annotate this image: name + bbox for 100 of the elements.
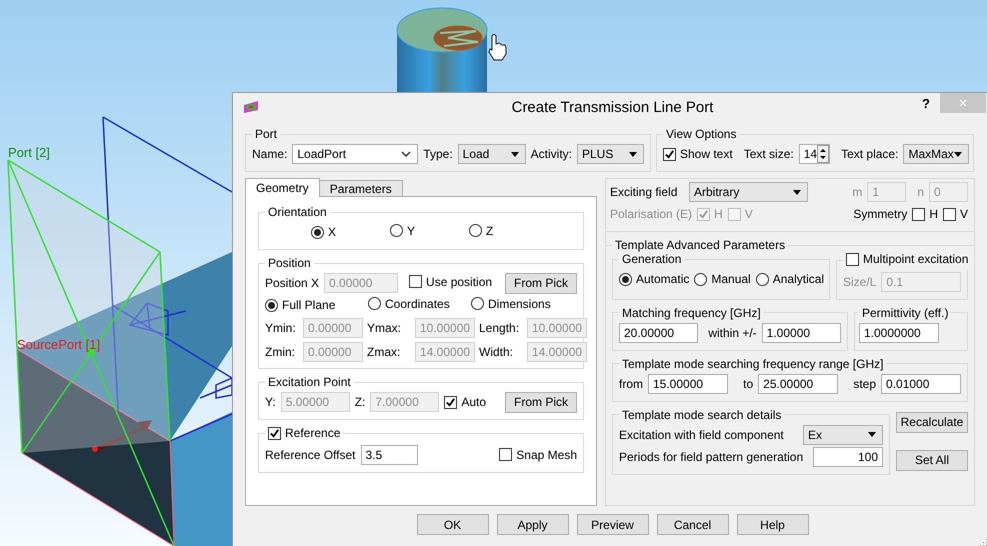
checkbox[interactable] bbox=[912, 208, 926, 220]
hand-cursor-icon bbox=[488, 34, 506, 60]
checkbox[interactable] bbox=[942, 208, 956, 220]
field-label: step bbox=[853, 376, 876, 390]
button[interactable]: From Pick bbox=[505, 272, 577, 294]
checkbox-label[interactable]: Use position bbox=[426, 274, 492, 289]
checkbox[interactable] bbox=[663, 148, 676, 160]
radio-button[interactable] bbox=[368, 297, 381, 310]
radio-button[interactable] bbox=[311, 226, 324, 239]
field-label: Zmax: bbox=[367, 345, 400, 359]
radio-label[interactable]: Full Plane bbox=[282, 298, 336, 312]
field-label: Exciting field bbox=[610, 185, 678, 199]
checkbox-label[interactable]: V bbox=[960, 207, 968, 221]
checkbox[interactable] bbox=[499, 448, 512, 461]
spin-box[interactable]: 14 bbox=[798, 144, 830, 164]
button[interactable]: Recalculate bbox=[896, 412, 968, 432]
field-label: m bbox=[852, 185, 862, 199]
dropdown[interactable]: LoadPort bbox=[292, 144, 418, 164]
input-field[interactable]: 0.01000 bbox=[881, 374, 962, 394]
radio-label[interactable]: Y bbox=[407, 224, 416, 238]
input-field[interactable]: 1.0000000 bbox=[859, 322, 939, 342]
radio-button[interactable] bbox=[694, 272, 708, 286]
radio-label[interactable]: Automatic bbox=[636, 272, 690, 286]
field-label: Periods for field pattern generation bbox=[619, 450, 804, 464]
input-field[interactable]: 25.00000 bbox=[758, 374, 838, 394]
input-field[interactable]: 15.00000 bbox=[648, 374, 728, 394]
checkbox[interactable] bbox=[268, 426, 281, 440]
field-label: Text size: bbox=[744, 147, 794, 161]
window-title: Create Transmission Line Port bbox=[512, 98, 714, 116]
button[interactable]: Preview bbox=[576, 514, 648, 535]
radio-label[interactable]: Dimensions bbox=[488, 296, 551, 311]
checkbox-label[interactable]: Show text bbox=[680, 147, 733, 161]
field-label: n bbox=[917, 185, 924, 199]
input-field[interactable]: 20.00000 bbox=[619, 322, 698, 342]
field-label: Reference Offset bbox=[265, 448, 356, 462]
dropdown[interactable]: Ex bbox=[803, 424, 883, 444]
field-label: Polarisation (E) bbox=[610, 207, 692, 221]
field-label: within +/- bbox=[708, 326, 757, 340]
radio-button[interactable] bbox=[471, 297, 484, 310]
field-label: from bbox=[619, 376, 643, 390]
field-label: Position X bbox=[265, 276, 320, 290]
radio-label[interactable]: Manual bbox=[711, 272, 751, 286]
button[interactable]: Cancel bbox=[656, 514, 728, 535]
radio-label[interactable]: Analytical bbox=[772, 272, 824, 286]
input-field[interactable]: 3.5 bbox=[360, 444, 418, 464]
radio-label[interactable]: Z bbox=[486, 224, 494, 238]
radio-button[interactable] bbox=[619, 272, 632, 286]
checkbox[interactable] bbox=[846, 252, 859, 266]
checkbox-label[interactable]: Reference bbox=[285, 426, 340, 440]
help-button[interactable]: ? bbox=[918, 96, 934, 111]
checkbox-label[interactable]: Auto bbox=[461, 395, 486, 409]
field-label: Text place: bbox=[841, 147, 898, 161]
field-label: to bbox=[743, 376, 754, 390]
group-title: Matching frequency [GHz] bbox=[621, 306, 762, 320]
dropdown-arrow-icon bbox=[510, 152, 519, 156]
group-title: View Options bbox=[665, 127, 738, 141]
dropdown-arrow-icon bbox=[868, 432, 876, 437]
field-label: Ymax: bbox=[367, 321, 402, 335]
dropdown[interactable]: PLUS bbox=[577, 144, 644, 164]
port-label: Port [2] bbox=[8, 145, 50, 160]
group-title: Permittivity (eff.) bbox=[861, 306, 950, 320]
field-label: Z: bbox=[354, 395, 366, 409]
field-label: Type: bbox=[423, 147, 453, 161]
tab[interactable]: Geometry bbox=[245, 178, 320, 197]
radio-label[interactable]: Coordinates bbox=[385, 296, 450, 311]
dropdown-arrow-icon bbox=[954, 152, 962, 156]
tab[interactable]: Parameters bbox=[318, 180, 403, 196]
dropdown[interactable]: Load bbox=[458, 144, 526, 164]
checkbox-label[interactable]: Multipoint excitation bbox=[863, 252, 968, 266]
radio-label[interactable]: X bbox=[328, 225, 336, 240]
checkbox[interactable] bbox=[444, 396, 458, 408]
field-label: Width: bbox=[479, 345, 514, 359]
dropdown-arrow-icon bbox=[793, 190, 801, 194]
dropdown-arrow-icon bbox=[629, 152, 638, 156]
radio-button[interactable] bbox=[756, 272, 769, 286]
spin-arrows-icon bbox=[817, 145, 830, 163]
button[interactable]: OK bbox=[416, 514, 488, 535]
group-title: Template mode search details bbox=[621, 408, 782, 422]
dropdown[interactable]: Arbitrary bbox=[689, 182, 808, 202]
group-title: Template Advanced Parameters bbox=[614, 238, 786, 252]
radio-button[interactable] bbox=[390, 224, 403, 238]
checkbox-label[interactable]: Snap Mesh bbox=[516, 448, 577, 462]
group-title: Template mode searching frequency range [GHz] bbox=[621, 356, 884, 370]
app-icon bbox=[243, 100, 259, 114]
radio-button[interactable] bbox=[265, 298, 278, 312]
dropdown[interactable]: MaxMax bbox=[903, 144, 969, 164]
button[interactable]: From Pick bbox=[505, 392, 577, 412]
radio-button[interactable] bbox=[469, 224, 482, 238]
field-label: Excitation with field component bbox=[619, 428, 784, 442]
input-field[interactable]: 100 bbox=[813, 446, 883, 466]
field-label: Length: bbox=[479, 321, 520, 335]
field-label: Activity: bbox=[530, 147, 572, 161]
button[interactable]: Help bbox=[736, 514, 808, 535]
button[interactable]: Set All bbox=[896, 450, 968, 470]
checkbox-label[interactable]: H bbox=[929, 207, 938, 221]
checkbox[interactable] bbox=[409, 275, 422, 288]
button[interactable]: Apply bbox=[496, 514, 568, 535]
input-field[interactable]: 1.00000 bbox=[762, 322, 841, 342]
field-label: Ymin: bbox=[265, 321, 296, 335]
group-title: Excitation Point bbox=[267, 375, 352, 389]
